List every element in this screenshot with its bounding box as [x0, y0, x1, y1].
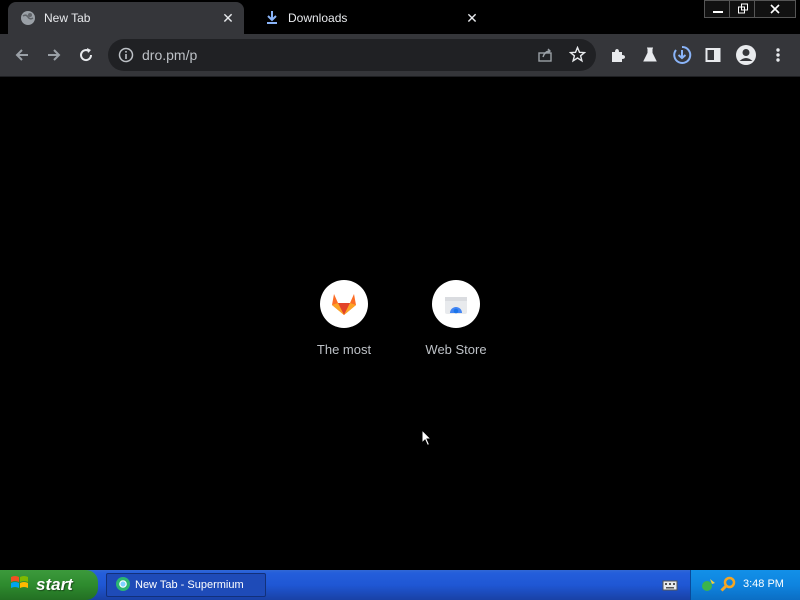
download-progress-icon — [673, 45, 692, 64]
webstore-icon — [445, 297, 467, 314]
supermium-icon — [115, 576, 131, 595]
side-panel-button[interactable] — [700, 42, 726, 68]
downloads-button[interactable] — [669, 42, 695, 68]
shortcut-label: Web Store — [425, 342, 487, 357]
profile-button[interactable] — [733, 42, 759, 68]
cursor-arrow-icon — [421, 428, 433, 447]
bookmark-star-icon[interactable] — [568, 45, 587, 68]
start-label: start — [36, 575, 73, 594]
labs-button[interactable] — [637, 42, 663, 68]
forward-arrow-icon — [48, 49, 61, 61]
system-tray: 3:48 PM — [690, 570, 800, 600]
download-icon — [264, 10, 280, 26]
share-icon[interactable] — [537, 47, 553, 68]
side-panel-icon — [705, 48, 721, 62]
clock: 3:48 PM — [743, 578, 784, 590]
start-button[interactable]: start — [0, 570, 98, 600]
info-icon[interactable] — [118, 47, 134, 68]
tab-downloads[interactable]: Downloads ✕ — [252, 2, 488, 34]
restore-icon — [738, 3, 748, 14]
globe-icon — [20, 10, 36, 26]
close-tab-icon[interactable]: ✕ — [220, 10, 236, 26]
search-icon[interactable] — [720, 576, 736, 597]
close-window-button[interactable] — [754, 0, 796, 18]
shortcut-tile[interactable]: Web Store — [400, 280, 512, 357]
windows-logo-icon — [10, 574, 30, 597]
reload-button[interactable] — [73, 42, 99, 68]
network-icon[interactable] — [701, 577, 717, 598]
shortcut-icon-circle — [432, 280, 480, 328]
browser-toolbar: dro.pm/p — [0, 34, 800, 77]
tab-title: New Tab — [44, 11, 91, 25]
menu-button[interactable] — [765, 42, 791, 68]
flask-icon — [643, 47, 657, 62]
close-icon — [770, 4, 780, 14]
restore-button[interactable] — [729, 0, 757, 18]
close-tab-icon[interactable]: ✕ — [464, 10, 480, 26]
kebab-menu-icon — [776, 48, 780, 62]
back-button[interactable] — [9, 42, 35, 68]
minimize-button[interactable] — [704, 0, 732, 18]
extensions-button[interactable] — [605, 42, 631, 68]
shortcut-tile[interactable]: The most — [288, 280, 400, 357]
minimize-icon — [713, 11, 723, 13]
gitlab-fox-icon — [332, 294, 356, 315]
tab-title: Downloads — [288, 11, 348, 25]
keyboard-icon[interactable] — [662, 578, 678, 597]
back-arrow-icon — [15, 49, 28, 61]
puzzle-icon — [612, 49, 625, 62]
taskbar: start New Tab - Supermium 3:48 PM — [0, 570, 800, 600]
taskbar-item-label: New Tab - Supermium — [135, 579, 244, 591]
address-bar[interactable]: dro.pm/p — [108, 39, 596, 71]
mouse-cursor — [421, 428, 433, 452]
avatar-icon — [736, 45, 756, 65]
taskbar-item-supermium[interactable]: New Tab - Supermium — [106, 573, 266, 597]
forward-button[interactable] — [41, 42, 67, 68]
tab-new-tab[interactable]: New Tab ✕ — [8, 2, 244, 34]
shortcut-label: The most — [316, 342, 372, 357]
tab-strip: New Tab ✕ Downloads ✕ — [0, 0, 800, 34]
shortcut-icon-circle — [320, 280, 368, 328]
url-text: dro.pm/p — [142, 47, 198, 63]
reload-icon — [80, 48, 93, 62]
